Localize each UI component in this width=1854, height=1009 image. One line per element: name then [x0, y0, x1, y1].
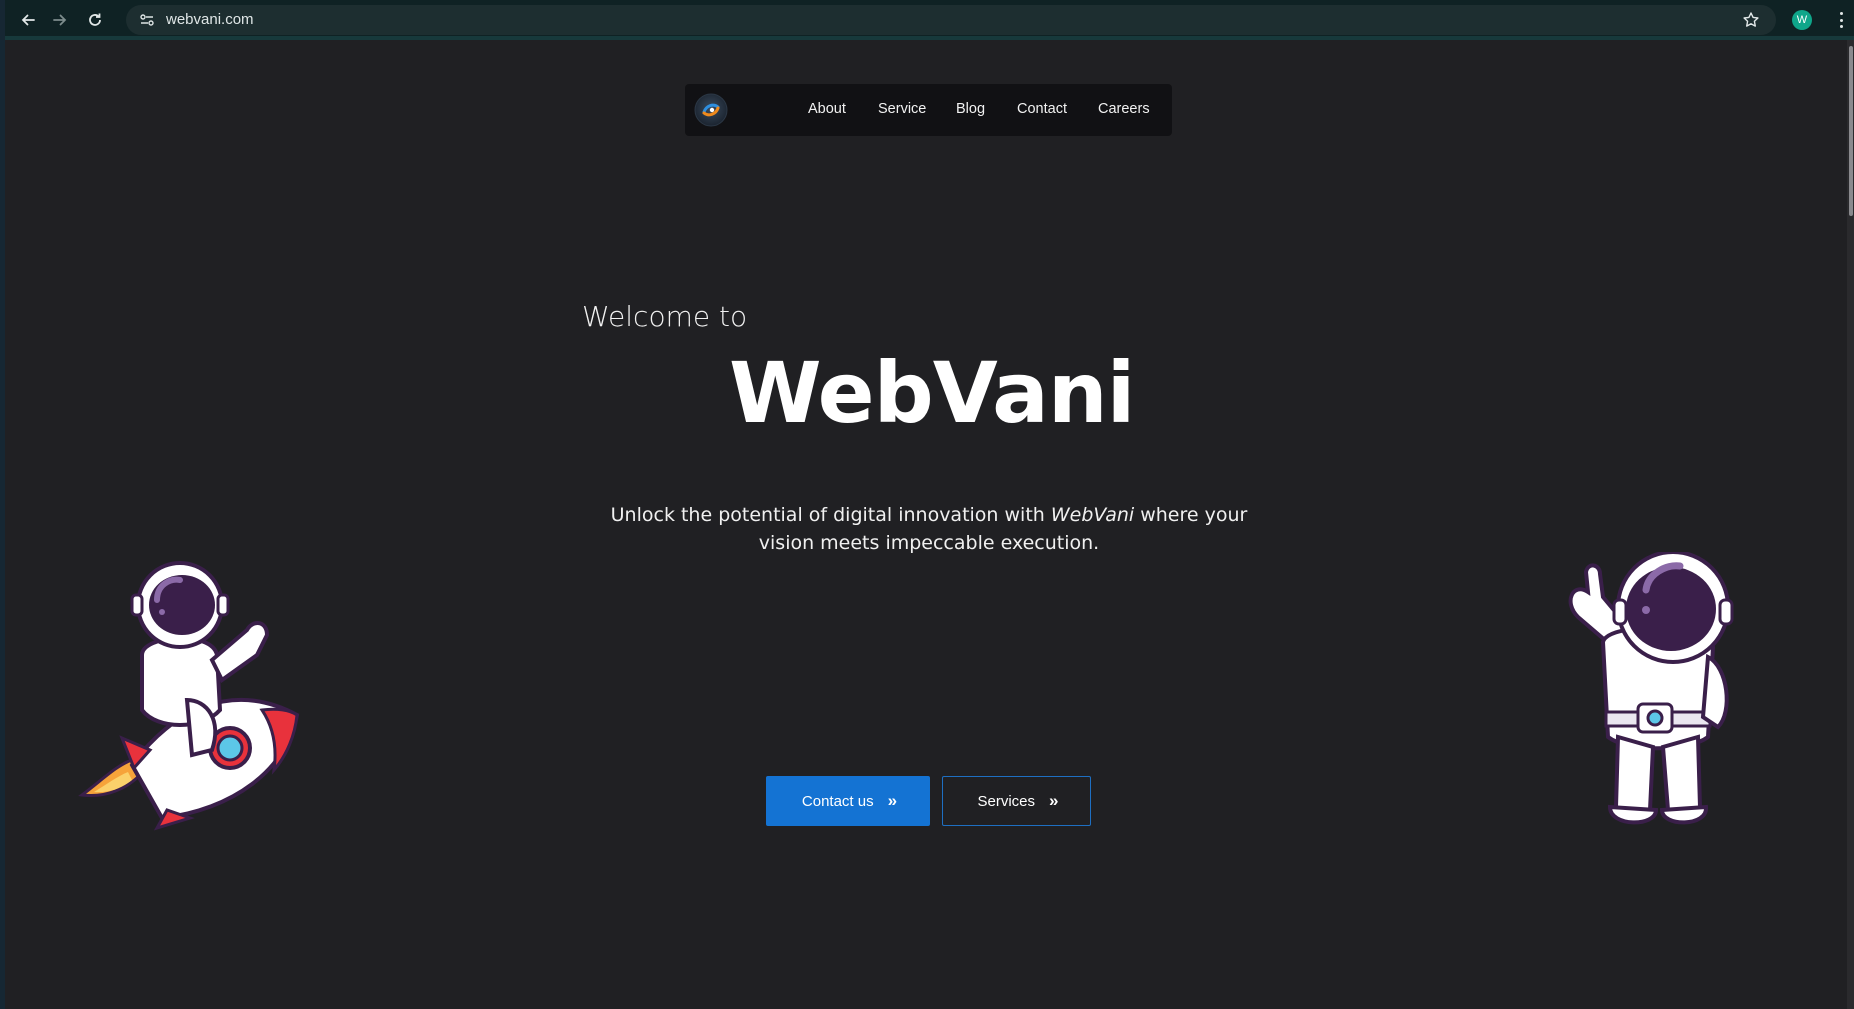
contact-us-button[interactable]: Contact us » — [766, 776, 930, 826]
profile-avatar[interactable]: W — [1792, 10, 1812, 30]
nav-link-blog[interactable]: Blog — [956, 101, 985, 117]
hero-tagline: Unlock the potential of digital innovati… — [580, 501, 1278, 557]
nav-link-careers[interactable]: Careers — [1098, 101, 1150, 117]
contact-us-label: Contact us — [801, 792, 874, 810]
window-edge — [0, 0, 5, 1009]
double-chevron-right-icon: » — [1049, 791, 1059, 810]
forward-arrow-icon[interactable] — [48, 8, 72, 32]
double-chevron-right-icon: » — [887, 791, 898, 810]
hero-title: WebVani — [729, 344, 1135, 442]
tagline-brand: WebVani — [1050, 504, 1135, 526]
hero-welcome-text: Welcome to — [582, 300, 748, 333]
nav-link-contact[interactable]: Contact — [1017, 101, 1067, 117]
astronaut-pointing-illustration — [1568, 552, 1734, 825]
browser-toolbar: webvani.com W — [5, 0, 1854, 40]
reload-icon[interactable] — [83, 8, 107, 32]
address-bar[interactable]: webvani.com — [126, 5, 1776, 35]
site-settings-icon[interactable] — [138, 11, 156, 29]
site-navbar: About Service Blog Contact Careers — [685, 84, 1172, 136]
astronaut-rocket-illustration — [78, 561, 300, 831]
services-button[interactable]: Services » — [942, 776, 1091, 826]
nav-link-service[interactable]: Service — [878, 101, 926, 117]
more-menu-icon[interactable] — [1831, 9, 1851, 31]
services-label: Services — [977, 792, 1036, 810]
nav-link-about[interactable]: About — [808, 101, 846, 117]
back-arrow-icon[interactable] — [16, 8, 40, 32]
tagline-prefix: Unlock the potential of digital innovati… — [610, 504, 1045, 526]
webvani-logo-icon[interactable] — [694, 93, 728, 127]
scrollbar-thumb[interactable] — [1849, 46, 1853, 216]
bookmark-star-icon[interactable] — [1742, 11, 1760, 29]
url-text: webvani.com — [166, 11, 254, 28]
